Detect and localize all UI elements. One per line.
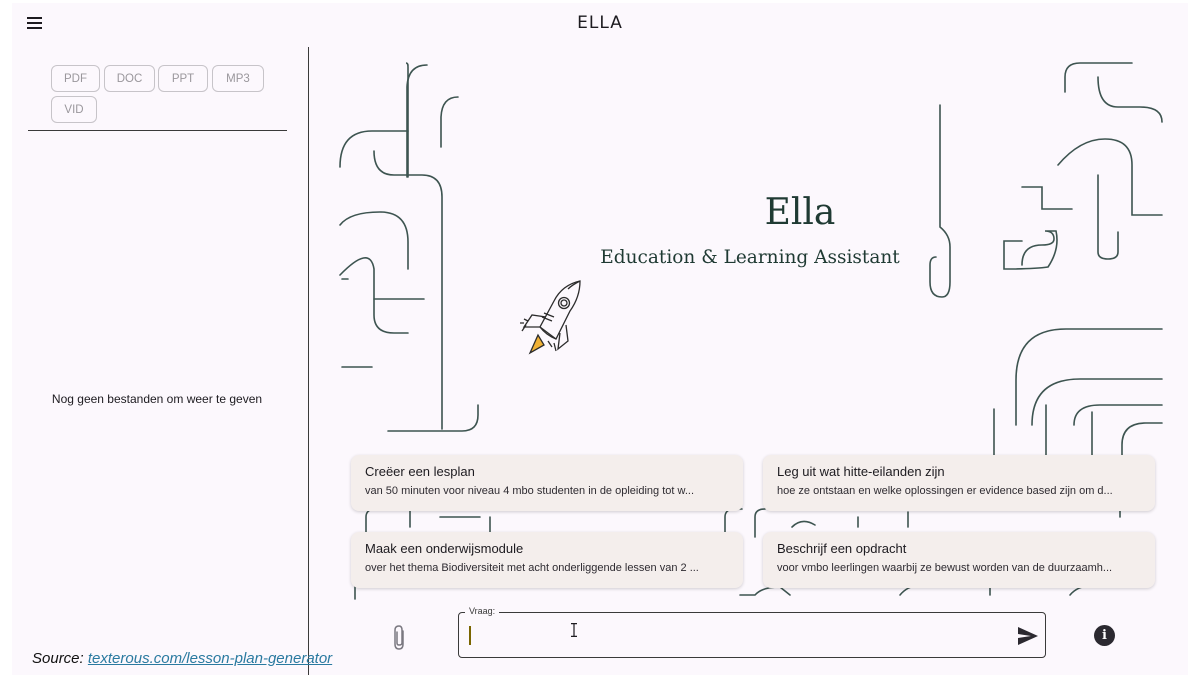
question-label: Vraag: <box>465 606 500 616</box>
chat-area: Ella Education & Learning Assistant Creë… <box>310 47 1188 675</box>
suggestion-card-opdracht[interactable]: Beschrijf een opdracht voor vmbo leerlin… <box>763 532 1155 588</box>
top-bar: ELLA <box>12 3 1188 47</box>
app-title: ELLA <box>577 13 623 33</box>
suggestion-card-hitte-eilanden[interactable]: Leg uit wat hitte-eilanden zijn hoe ze o… <box>763 455 1155 511</box>
suggestion-description: over het thema Biodiversiteit met acht o… <box>365 562 699 574</box>
filter-chip-doc[interactable]: DOC <box>104 65 155 92</box>
empty-files-message: Nog geen bestanden om weer te geven <box>51 392 263 406</box>
text-cursor-icon <box>571 623 577 637</box>
suggestion-title: Leg uit wat hitte-eilanden zijn <box>777 464 945 479</box>
suggestion-description: hoe ze ontstaan en welke oplossingen er … <box>777 485 1113 497</box>
filter-chip-mp3[interactable]: MP3 <box>212 65 264 92</box>
filter-chip-ppt[interactable]: PPT <box>158 65 208 92</box>
filter-chip-pdf[interactable]: PDF <box>51 65 100 92</box>
suggestion-title: Maak een onderwijsmodule <box>365 541 524 556</box>
file-sidebar: PDF DOC PPT MP3 VID Nog geen bestanden o… <box>12 47 309 675</box>
question-input[interactable]: Vraag: <box>458 606 1046 658</box>
hero-subtitle: Education & Learning Assistant <box>600 247 900 268</box>
source-caption: Source: texterous.com/lesson-plan-genera… <box>32 650 332 667</box>
app-window: ELLA PDF DOC PPT MP3 VID Nog geen bestan… <box>12 3 1188 675</box>
source-label: Source: <box>32 650 84 667</box>
suggestion-description: voor vmbo leerlingen waarbij ze bewust w… <box>777 562 1113 574</box>
paperclip-icon[interactable] <box>390 625 410 651</box>
info-icon[interactable]: i <box>1094 625 1115 646</box>
suggestion-title: Beschrijf een opdracht <box>777 541 907 556</box>
sidebar-divider <box>28 130 287 131</box>
send-icon[interactable] <box>1018 627 1038 645</box>
suggestion-title: Creëer een lesplan <box>365 464 475 479</box>
text-caret <box>469 626 471 645</box>
suggestion-card-onderwijsmodule[interactable]: Maak een onderwijsmodule over het thema … <box>351 532 743 588</box>
filter-chip-vid[interactable]: VID <box>51 96 97 123</box>
suggestion-description: van 50 minuten voor niveau 4 mbo student… <box>365 485 694 497</box>
rocket-icon <box>520 280 581 355</box>
source-link[interactable]: texterous.com/lesson-plan-generator <box>88 650 332 667</box>
suggestion-card-lesplan[interactable]: Creëer een lesplan van 50 minuten voor n… <box>351 455 743 511</box>
hero-title: Ella <box>764 192 836 233</box>
